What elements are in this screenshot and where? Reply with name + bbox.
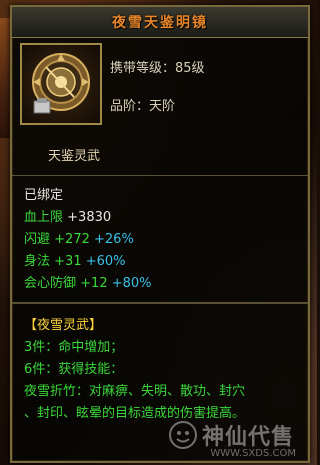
watermark-logo-icon (168, 421, 197, 449)
set-bonus-6: 6件：获得技能： (24, 362, 124, 377)
bound-status: 已绑定 (24, 188, 64, 203)
item-tooltip: 夜雪天鉴明镜 携带等级：85级 品阶：天阶 天鉴灵武 已绑定 血上限 +3830… (10, 5, 310, 463)
item-title: 夜雪天鉴明镜 (112, 15, 208, 31)
skill-description-line1: 夜雪折竹：对麻痹、失明、散功、封穴 (24, 384, 246, 399)
attributes-section: 已绑定 血上限 +3830 闪避 +272 +26% 身法 +31 +60% 会… (12, 175, 308, 303)
stat-percent: +80% (111, 276, 152, 291)
tooltip-title-bar: 夜雪天鉴明镜 (12, 7, 308, 38)
stat-label: 身法 (24, 254, 51, 269)
stat-label: 闪避 (24, 232, 51, 247)
item-rank: 品阶：天阶 (110, 99, 176, 114)
stat-label: 血上限 (24, 210, 64, 225)
watermark: 神仙代售 (168, 419, 294, 451)
item-icon-frame[interactable] (20, 43, 102, 125)
stat-percent: +26% (94, 232, 134, 247)
stat-label: 会心防御 (24, 276, 77, 291)
stat-value: +3830 (67, 210, 112, 225)
stat-percent: +60% (85, 254, 126, 269)
item-name: 天鉴灵武 (48, 149, 101, 164)
stat-value: +272 (54, 232, 90, 247)
set-bonus-3: 3件：命中增加； (24, 340, 124, 355)
set-name: 【夜雪灵武】 (24, 318, 103, 333)
carry-level: 携带等级：85级 (110, 61, 205, 76)
stat-value: +31 (54, 254, 82, 269)
stat-row: 血上限 +3830 (24, 206, 111, 225)
stat-row: 会心防御 +12 +80% (24, 272, 152, 291)
mirror-weapon-icon (32, 53, 90, 114)
watermark-text: 神仙代售 (201, 425, 294, 450)
stat-row: 身法 +31 +60% (24, 250, 126, 269)
stat-row: 闪避 +272 +26% (24, 228, 134, 247)
watermark-url: WWW.SXDS.COM (210, 448, 296, 459)
stat-value: +12 (80, 276, 108, 291)
